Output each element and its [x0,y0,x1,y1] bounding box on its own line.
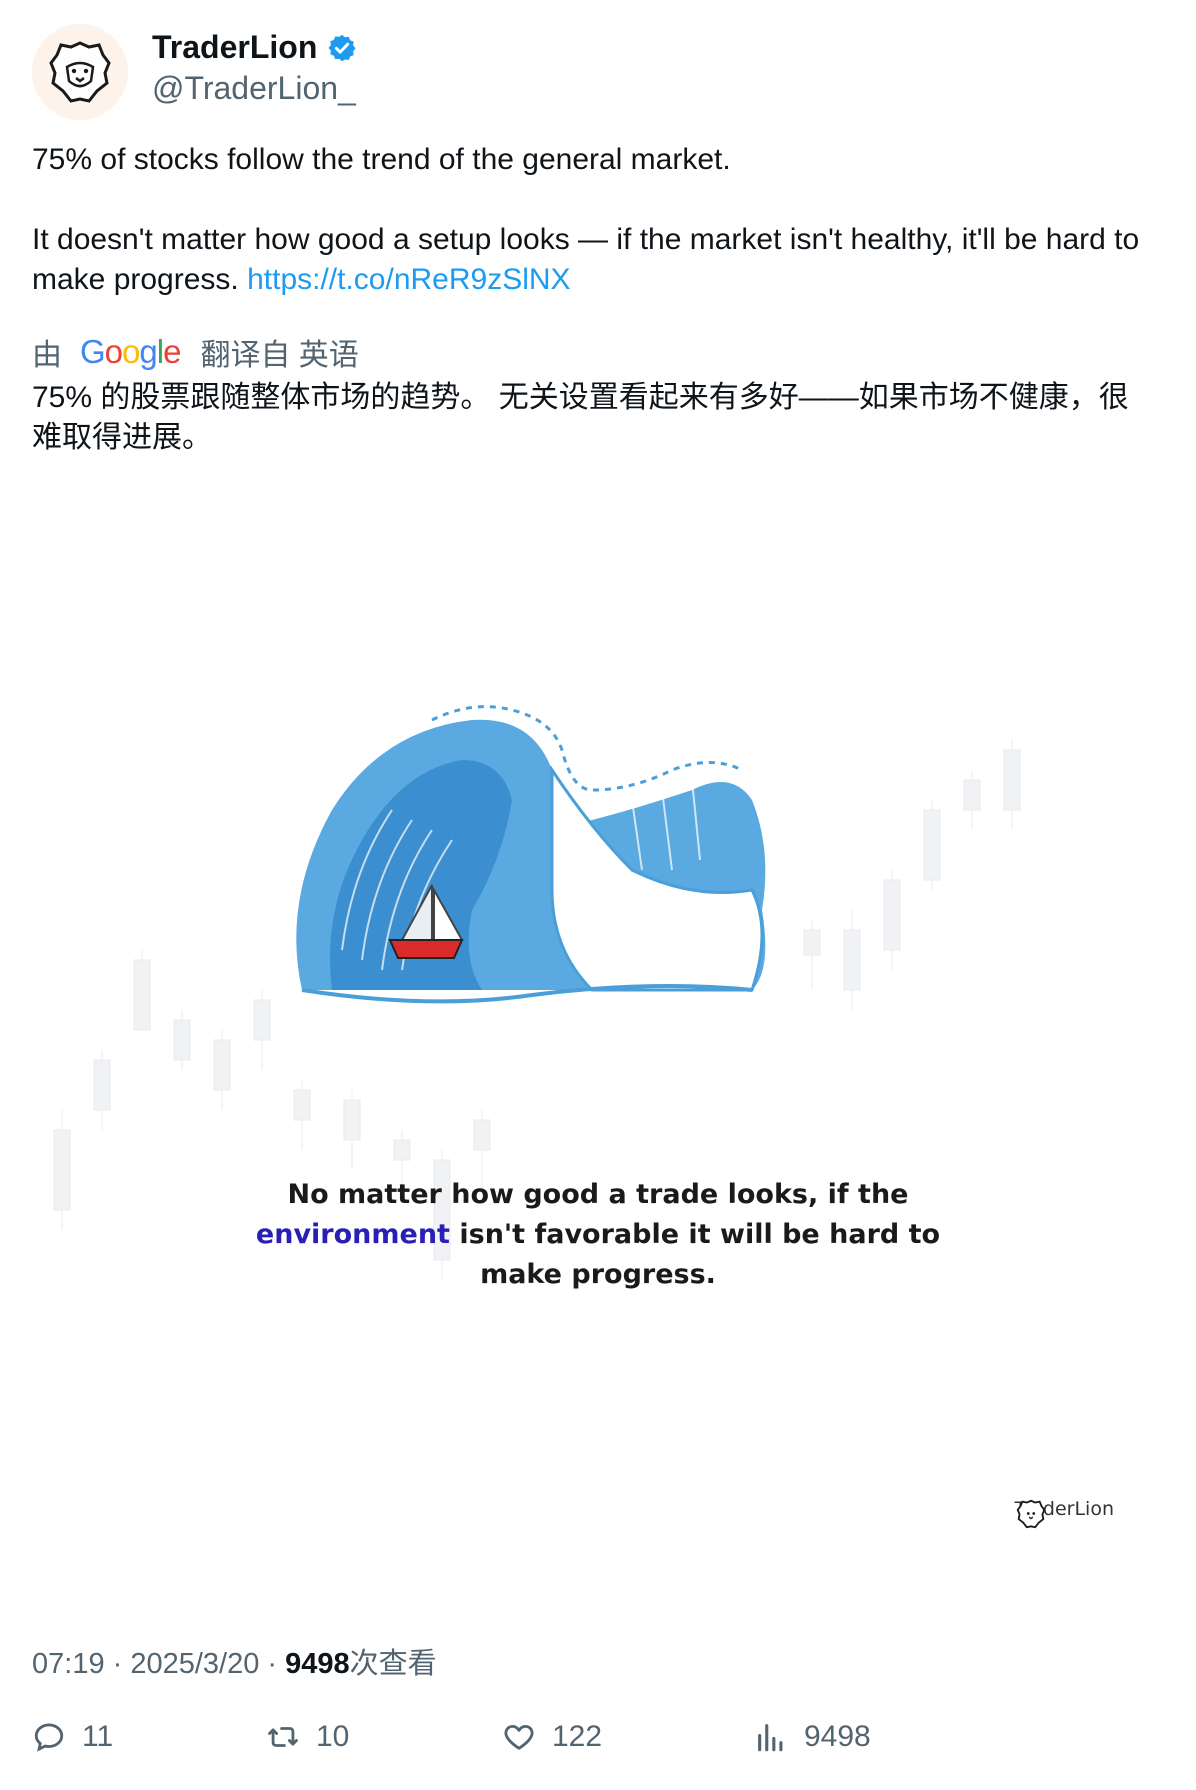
tweet-line-1: 75% of stocks follow the trend of the ge… [32,143,731,176]
views-button[interactable]: 9498 [754,1720,871,1754]
tweet-line-2-text: It doesn't matter how good a setup looks… [32,223,1140,296]
meta-separator: · [259,1648,286,1680]
tweet-text: 75% of stocks follow the trend of the ge… [32,140,1152,300]
tweet-link[interactable]: https://t.co/nReR9zSlNX [247,263,570,296]
meta-separator: · [104,1648,131,1680]
caption-accent: environment [255,1219,450,1250]
reply-button[interactable]: 11 [32,1720,113,1754]
tweet-line-2: It doesn't matter how good a setup looks… [32,220,1152,300]
retweet-count: 10 [316,1720,350,1753]
caption-line-1: No matter how good a trade looks, if the [287,1179,909,1210]
tweet-header: TraderLion @TraderLion_ [32,24,357,120]
caption-line-2-rest: isn't favorable it will be hard to [449,1219,941,1250]
translated-text: 75% 的股票跟随整体市场的趋势。 无关设置看起来有多好——如果市场不健康，很难… [32,381,1129,454]
tweet-time[interactable]: 07:19 [32,1648,105,1680]
action-bar: 11 10 122 9498 [32,1720,1164,1770]
lion-logo-icon [49,41,111,103]
heart-icon [504,1724,534,1750]
view-label: 次查看 [349,1648,437,1680]
user-handle[interactable]: @TraderLion_ [152,70,357,107]
wave-illustration [296,699,766,1004]
translation-attribution: 由 Google 翻译自 英语 [32,330,359,374]
verified-badge-icon [328,34,356,61]
image-watermark: TraderLion [1015,1498,1114,1529]
reply-count: 11 [82,1720,114,1753]
tweet-media-image[interactable]: No matter how good a trade looks, if the… [32,470,1164,1620]
reply-icon [34,1723,64,1752]
illustration [53,699,1021,1280]
google-logo[interactable]: Google [80,333,181,371]
translation-prefix: 由 [32,339,62,372]
avatar[interactable] [32,24,128,120]
lion-logo-icon [1016,1499,1045,1529]
tweet-meta: 07:19 · 2025/3/20 · 9498次查看 [32,1640,437,1682]
analytics-icon [758,1724,783,1752]
retweet-icon [268,1727,298,1747]
translation-suffix: 翻译自 英语 [200,339,359,372]
view-count: 9498 [285,1648,350,1680]
caption-line-2: environment isn't favorable it will be h… [32,1215,1164,1255]
views-count: 9498 [804,1720,871,1753]
image-caption: No matter how good a trade looks, if the… [32,1175,1164,1295]
retweet-button[interactable]: 10 [266,1720,349,1754]
tweet-date[interactable]: 2025/3/20 [130,1648,259,1680]
display-name[interactable]: TraderLion [152,29,317,66]
caption-line-3: make progress. [480,1259,716,1290]
like-count: 122 [552,1720,603,1753]
like-button[interactable]: 122 [502,1720,602,1754]
